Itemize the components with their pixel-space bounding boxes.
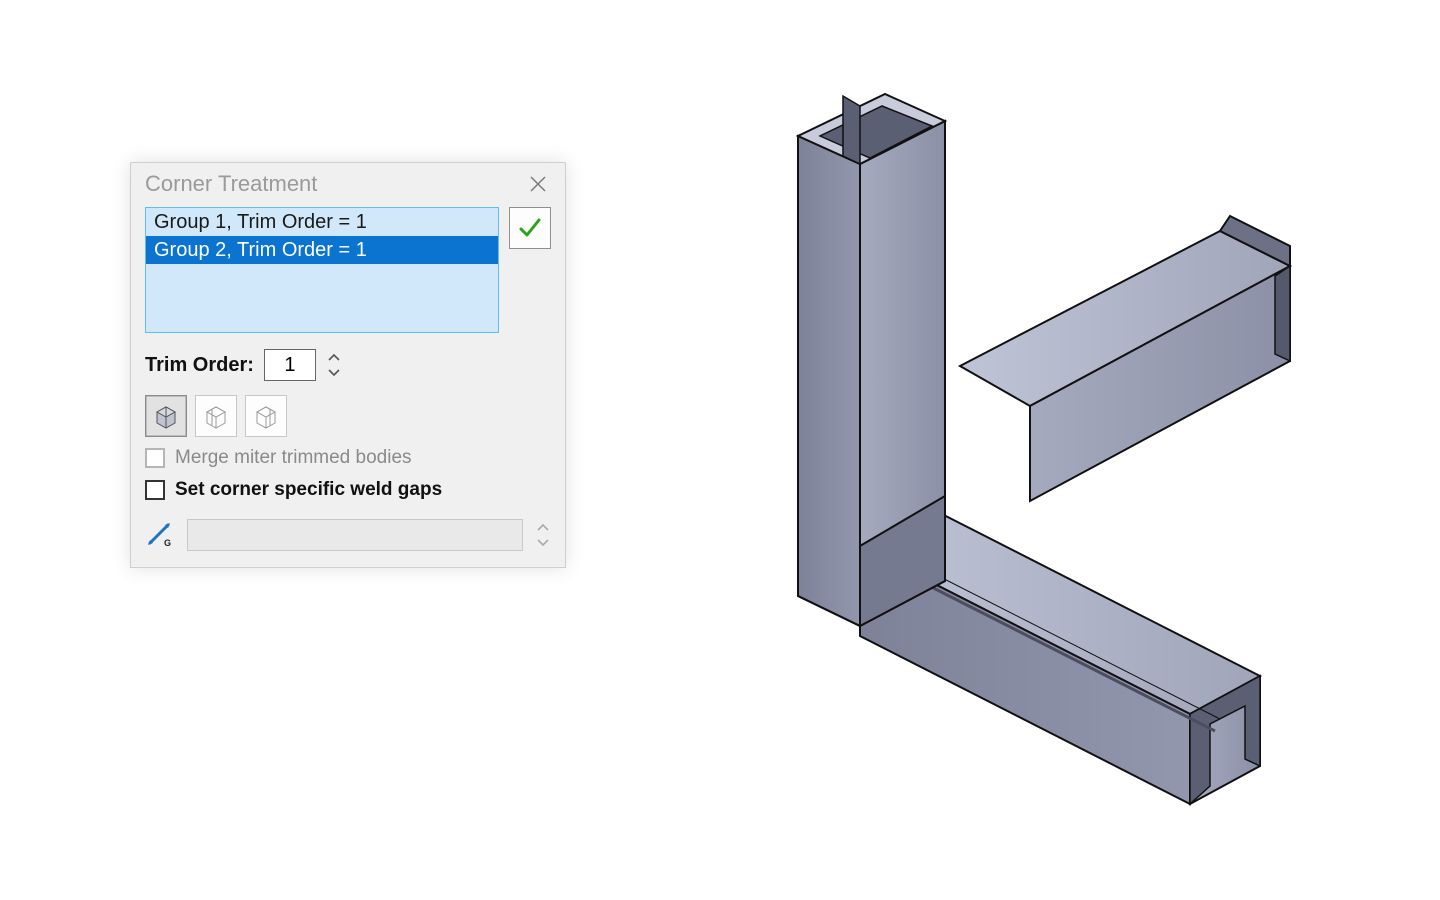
chevron-up-icon — [328, 353, 340, 361]
corner-3d-svg — [720, 66, 1320, 806]
set-weld-gaps-label: Set corner specific weld gaps — [175, 479, 442, 501]
trim-mode-butt2[interactable] — [245, 395, 287, 437]
trim-order-spinner — [326, 350, 342, 380]
trim-order-input[interactable] — [264, 349, 316, 381]
dialog-title: Corner Treatment — [145, 171, 317, 197]
chevron-down-icon — [328, 369, 340, 377]
weld-gap-input[interactable] — [187, 519, 523, 551]
chevron-down-icon — [537, 539, 549, 547]
svg-text:G: G — [164, 538, 171, 548]
spinner-down[interactable] — [535, 536, 551, 550]
butt1-cube-icon — [201, 401, 231, 431]
group-list-item[interactable]: Group 2, Trim Order = 1 — [146, 236, 498, 264]
set-weld-gaps-row: Set corner specific weld gaps — [131, 469, 565, 501]
merge-miter-label: Merge miter trimmed bodies — [175, 447, 412, 469]
close-button[interactable] — [525, 171, 551, 197]
group-list-item[interactable]: Group 1, Trim Order = 1 — [146, 208, 498, 236]
corner-treatment-dialog: Corner Treatment Group 1, Trim Order = 1… — [130, 162, 566, 568]
trim-mode-miter[interactable] — [145, 395, 187, 437]
dialog-header: Corner Treatment — [131, 163, 565, 203]
merge-miter-row: Merge miter trimmed bodies — [131, 437, 565, 469]
corner-3d-preview — [720, 66, 1320, 806]
weld-gap-spinner — [535, 520, 551, 550]
trim-mode-butt1[interactable] — [195, 395, 237, 437]
weld-gap-icon-slot: G — [145, 520, 175, 550]
trim-order-row: Trim Order: — [131, 333, 565, 381]
set-weld-gaps-checkbox[interactable] — [145, 480, 165, 500]
group-listbox[interactable]: Group 1, Trim Order = 1 Group 2, Trim Or… — [145, 207, 499, 333]
weld-gap-icon: G — [146, 521, 174, 549]
weld-gap-row: G — [131, 501, 565, 567]
spinner-down[interactable] — [326, 366, 342, 380]
chevron-up-icon — [537, 523, 549, 531]
confirm-button[interactable] — [509, 207, 551, 249]
checkmark-icon — [517, 215, 543, 241]
trim-mode-row — [131, 381, 565, 437]
butt2-cube-icon — [251, 401, 281, 431]
vertical-tube — [798, 94, 945, 626]
merge-miter-checkbox[interactable] — [145, 448, 165, 468]
back-tube — [960, 216, 1290, 501]
miter-cube-icon — [151, 401, 181, 431]
trim-order-label: Trim Order: — [145, 354, 254, 377]
group-list-row: Group 1, Trim Order = 1 Group 2, Trim Or… — [131, 203, 565, 333]
spinner-up[interactable] — [535, 520, 551, 534]
spinner-up[interactable] — [326, 350, 342, 364]
close-icon — [528, 174, 548, 194]
